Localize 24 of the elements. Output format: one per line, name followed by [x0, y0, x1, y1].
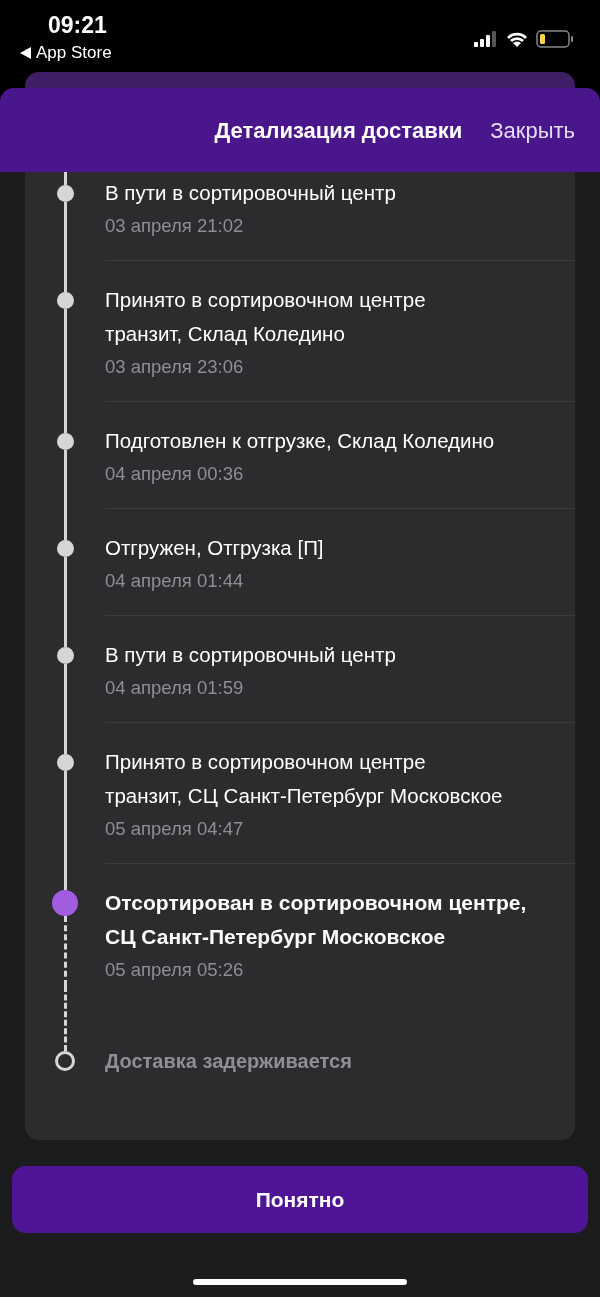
event-title: Подготовлен к отгрузке, Склад Коледино: [105, 428, 496, 454]
event-title: В пути в сортировочный центр: [105, 642, 397, 668]
back-to-app-link[interactable]: App Store: [20, 42, 112, 64]
event-date: 04 апреля 00:36: [105, 462, 245, 486]
event-date: 05 апреля 05:26: [105, 958, 245, 982]
battery-icon: [536, 30, 574, 48]
back-triangle-icon: [20, 47, 31, 59]
event-title: Принято в сортировочном центре транзит, Склад Коледино: [105, 287, 427, 347]
event-title: В пути в сортировочный центр: [105, 180, 397, 206]
event-date: 03 апреля 23:06: [105, 355, 245, 379]
event-date: 04 апреля 01:59: [105, 676, 245, 700]
ok-button[interactable]: Понятно: [12, 1166, 588, 1233]
event-date: 03 апреля 21:02: [105, 214, 245, 238]
event-title: Доставка задерживается: [105, 1049, 353, 1074]
event-title: Отгружен, Отгрузка [П]: [105, 535, 325, 561]
header-title: Детализация доставки: [214, 116, 463, 145]
clock: 09:21: [47, 11, 108, 40]
event-date: 05 апреля 04:47: [105, 817, 245, 841]
wifi-icon: [506, 31, 528, 47]
event-title: Отсортирован в сортировочном центре, СЦ Санкт-Петербург Московское: [105, 890, 528, 950]
signal-icon: [474, 31, 498, 47]
event-title: Принято в сортировочном центре транзит, СЦ Санкт-Петербург Московское: [105, 749, 504, 809]
close-button[interactable]: Закрыть: [490, 113, 575, 147]
event-date: 04 апреля 01:44: [105, 569, 245, 593]
